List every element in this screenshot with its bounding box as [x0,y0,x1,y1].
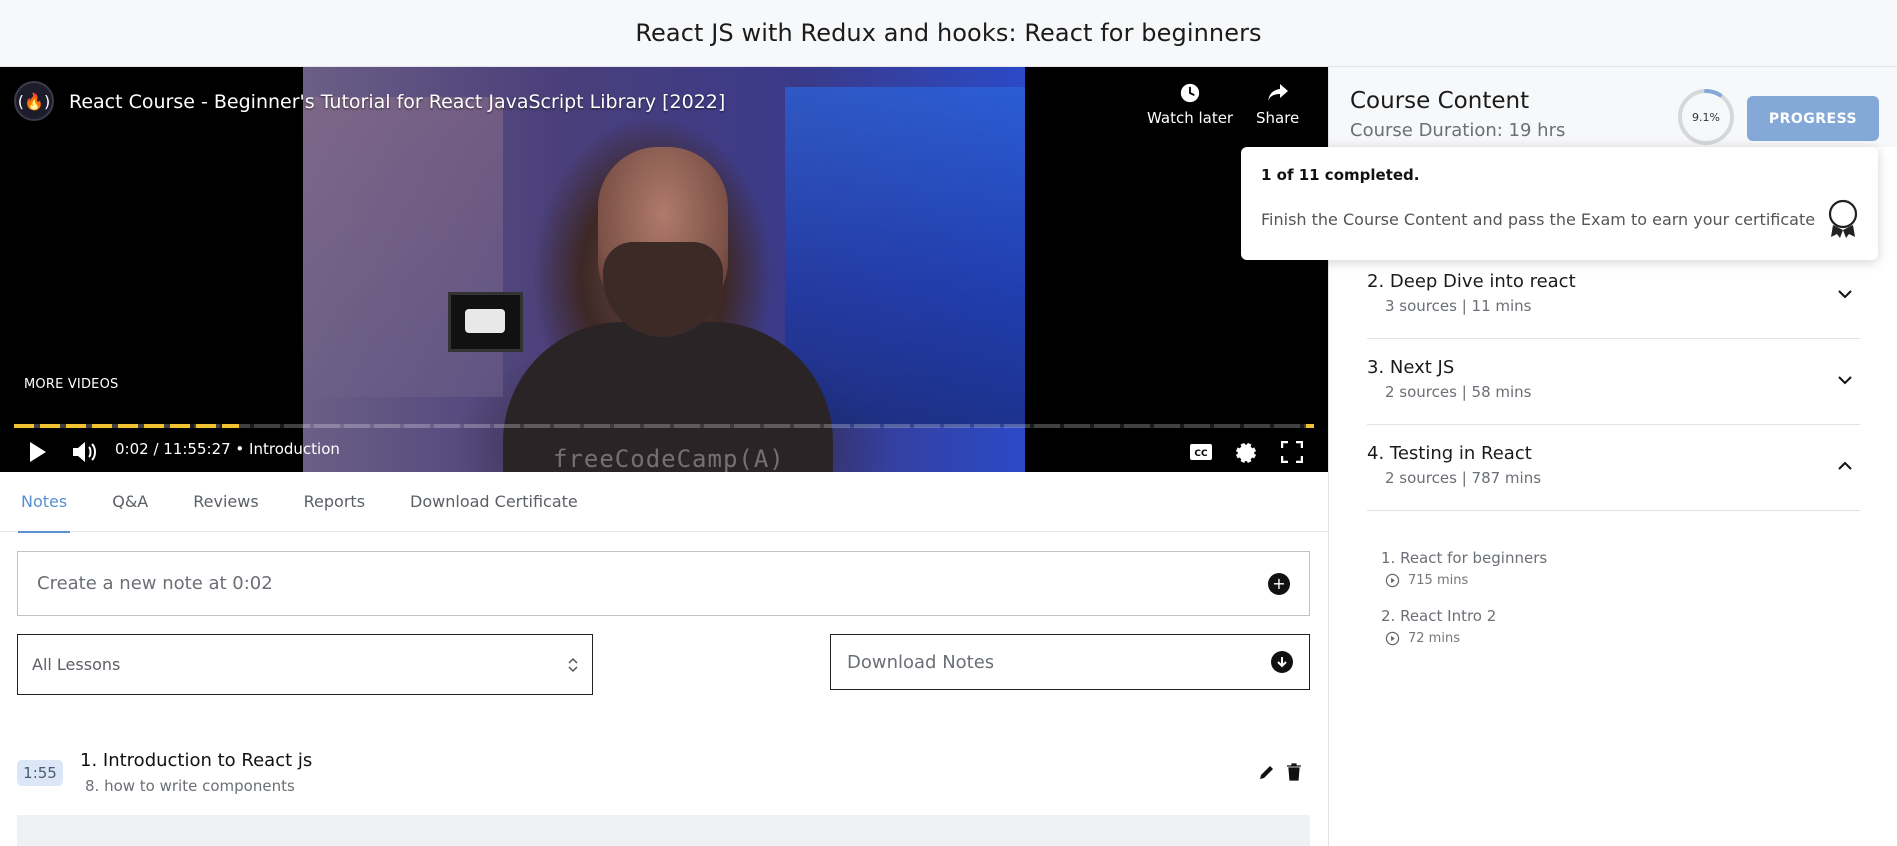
lesson-filter-value: All Lessons [32,655,121,674]
progress-popover: 1 of 11 completed. Finish the Course Con… [1241,147,1878,260]
lesson-filter-select[interactable]: All Lessons [17,634,593,695]
lesson-title: 1. React for beginners [1381,549,1548,567]
section-title: 3. Next JS [1367,357,1455,378]
watch-later-label: Watch later [1147,109,1234,127]
note-subtitle: 8. how to write components [85,777,295,795]
tab-notes[interactable]: Notes [17,472,71,533]
download-notes-button[interactable]: Download Notes [830,634,1310,690]
next-note-panel [17,815,1310,846]
captions-icon: CC [1190,444,1212,460]
chevron-up-icon [1838,461,1852,470]
chevron-down-icon [1838,376,1852,385]
completed-count: 1 of 11 completed. [1261,166,1420,184]
video-chapter-markers [14,424,239,428]
progress-percent: 9.1% [1692,110,1720,124]
share-label: Share [1256,109,1300,127]
progress-button[interactable]: PROGRESS [1747,96,1879,141]
settings-button[interactable] [1234,440,1258,464]
video-frame: freeCodeCamp(A) [303,67,1025,472]
svg-text:CC: CC [1194,449,1208,459]
content-tabs: Notes Q&A Reviews Reports Download Certi… [0,472,1328,533]
certificate-badge-icon [1826,199,1860,243]
play-button[interactable] [26,438,50,466]
delete-note-icon[interactable] [1286,763,1302,785]
section-meta: 3 sources | 11 mins [1385,297,1532,315]
channel-logo-icon[interactable]: (🔥) [14,81,54,121]
chapter-label: Introduction [249,440,340,458]
lesson-item[interactable]: 2. React Intro 2 72 mins [1381,607,1496,646]
section-meta: 2 sources | 58 mins [1385,383,1532,401]
more-videos-button[interactable]: MORE VIDEOS [24,377,118,392]
tab-download-certificate[interactable]: Download Certificate [410,472,578,532]
video-player[interactable]: freeCodeCamp(A) (🔥) React Course - Begin… [0,67,1328,472]
fullscreen-button[interactable] [1280,440,1304,464]
play-circle-icon [1385,631,1400,646]
section-testing-in-react[interactable]: 4. Testing in React 2 sources | 787 mins [1367,425,1860,511]
section-meta: 2 sources | 787 mins [1385,469,1542,487]
video-time: 0:02 / 11:55:27 • Introduction [115,440,340,458]
gear-icon [1235,442,1257,463]
section-next-js[interactable]: 3. Next JS 2 sources | 58 mins [1367,339,1860,425]
certificate-message: Finish the Course Content and pass the E… [1261,210,1816,229]
play-circle-icon [1385,573,1400,588]
section-title: 4. Testing in React [1367,443,1532,464]
watch-later-button[interactable]: Watch later [1147,81,1233,127]
video-title[interactable]: React Course - Beginner's Tutorial for R… [69,91,725,113]
section-deep-dive[interactable]: 2. Deep Dive into react 3 sources | 11 m… [1367,253,1860,339]
download-notes-label: Download Notes [847,651,995,673]
play-icon [30,442,46,462]
course-content-title: Course Content [1350,88,1530,114]
edit-note-icon[interactable] [1258,763,1276,785]
note-item: 1:55 1. Introduction to React js 8. how … [17,748,1310,798]
chevron-down-icon [1838,290,1852,299]
clock-icon [1178,81,1202,105]
tab-reviews[interactable]: Reviews [193,472,258,532]
share-icon [1266,81,1290,105]
lesson-duration: 72 mins [1408,631,1460,646]
new-note-input[interactable]: Create a new note at 0:02 + [17,551,1310,616]
tab-reports[interactable]: Reports [304,472,365,532]
tab-qa[interactable]: Q&A [112,472,148,532]
select-arrows-icon [568,656,578,674]
volume-button[interactable] [70,438,100,466]
progress-ring: 9.1% [1677,88,1735,146]
section-title: 2. Deep Dive into react [1367,271,1576,292]
lesson-duration: 715 mins [1408,573,1469,588]
captions-button[interactable]: CC [1189,440,1213,464]
volume-icon [73,442,96,462]
note-timestamp[interactable]: 1:55 [17,760,63,786]
fullscreen-icon [1281,441,1303,463]
new-note-placeholder: Create a new note at 0:02 [37,573,273,594]
lesson-title: 2. React Intro 2 [1381,607,1497,625]
note-title: 1. Introduction to React js [80,750,313,771]
share-button[interactable]: Share [1256,81,1299,127]
page-title: React JS with Redux and hooks: React for… [635,19,1262,47]
add-note-icon[interactable]: + [1268,572,1290,595]
lesson-item[interactable]: 1. React for beginners 715 mins [1381,549,1547,588]
course-duration: Course Duration: 19 hrs [1350,120,1566,141]
download-icon [1271,651,1293,673]
top-header: React JS with Redux and hooks: React for… [0,0,1897,67]
video-watermark: freeCodeCamp(A) [553,445,785,472]
